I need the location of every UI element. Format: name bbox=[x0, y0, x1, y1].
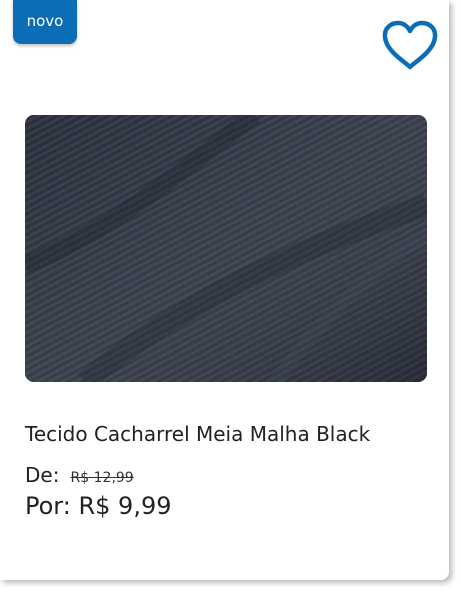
new-badge: novo bbox=[13, 0, 77, 44]
old-price: R$ 12,99 bbox=[70, 470, 134, 486]
product-image[interactable] bbox=[25, 115, 427, 382]
heart-icon[interactable] bbox=[381, 20, 439, 72]
product-card[interactable]: novo Tecido Cacharrel Meia Malha Black D… bbox=[0, 0, 449, 580]
old-price-row: De: R$ 12,99 bbox=[25, 463, 134, 487]
new-price: R$ 9,99 bbox=[78, 492, 172, 520]
new-price-row: Por: R$ 9,99 bbox=[25, 492, 172, 520]
product-title[interactable]: Tecido Cacharrel Meia Malha Black bbox=[25, 422, 435, 446]
old-price-label: De: bbox=[25, 463, 60, 487]
new-price-label: Por: bbox=[25, 492, 71, 520]
